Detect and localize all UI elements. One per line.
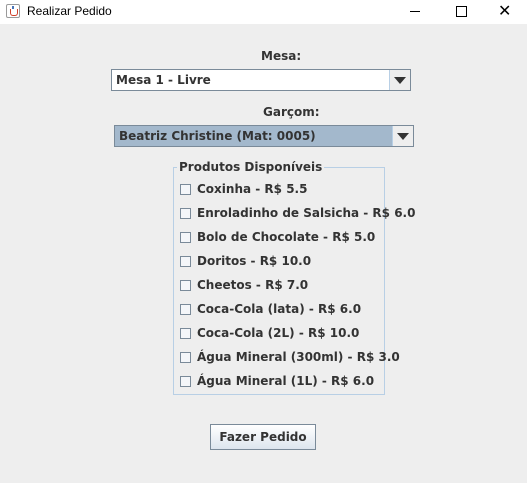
product-checkbox[interactable] [180,328,191,339]
maximize-icon [456,6,467,17]
garcom-label: Garçom: [263,105,320,119]
produtos-title: Produtos Disponíveis [177,160,325,174]
close-button[interactable]: ✕ [483,0,527,24]
window-title: Realizar Pedido [27,4,112,18]
minimize-icon [410,11,420,12]
product-checkbox[interactable] [180,376,191,387]
product-checkbox[interactable] [180,208,191,219]
product-checkbox[interactable] [180,280,191,291]
product-checkbox[interactable] [180,304,191,315]
product-label: Água Mineral (1L) - R$ 6.0 [197,374,375,388]
mesa-dropdown-button[interactable] [389,70,410,90]
chevron-down-icon [394,77,406,84]
product-label: Enroladinho de Salsicha - R$ 6.0 [197,206,416,220]
fazer-pedido-button[interactable]: Fazer Pedido [210,424,316,450]
title-bar: Realizar Pedido ✕ [0,0,527,24]
mesa-selected-value: Mesa 1 - Livre [116,73,211,87]
product-label: Coxinha - R$ 5.5 [197,182,308,196]
close-icon: ✕ [498,1,512,20]
garcom-dropdown-button[interactable] [392,126,413,146]
product-label: Água Mineral (300ml) - R$ 3.0 [197,350,400,364]
product-label: Doritos - R$ 10.0 [197,254,312,268]
maximize-button[interactable] [438,0,484,24]
mesa-select[interactable]: Mesa 1 - Livre [111,69,411,91]
product-checkbox[interactable] [180,232,191,243]
product-label: Cheetos - R$ 7.0 [197,278,309,292]
product-label: Bolo de Chocolate - R$ 5.0 [197,230,376,244]
minimize-button[interactable] [392,0,438,24]
garcom-selected-value: Beatriz Christine (Mat: 0005) [119,129,316,143]
product-checkbox[interactable] [180,352,191,363]
garcom-select[interactable]: Beatriz Christine (Mat: 0005) [114,125,414,147]
product-label: Coca-Cola (lata) - R$ 6.0 [197,302,362,316]
product-checkbox[interactable] [180,184,191,195]
chevron-down-icon [397,133,409,140]
java-cup-icon [6,4,20,18]
product-label: Coca-Cola (2L) - R$ 10.0 [197,326,360,340]
product-checkbox[interactable] [180,256,191,267]
mesa-label: Mesa: [261,49,302,63]
